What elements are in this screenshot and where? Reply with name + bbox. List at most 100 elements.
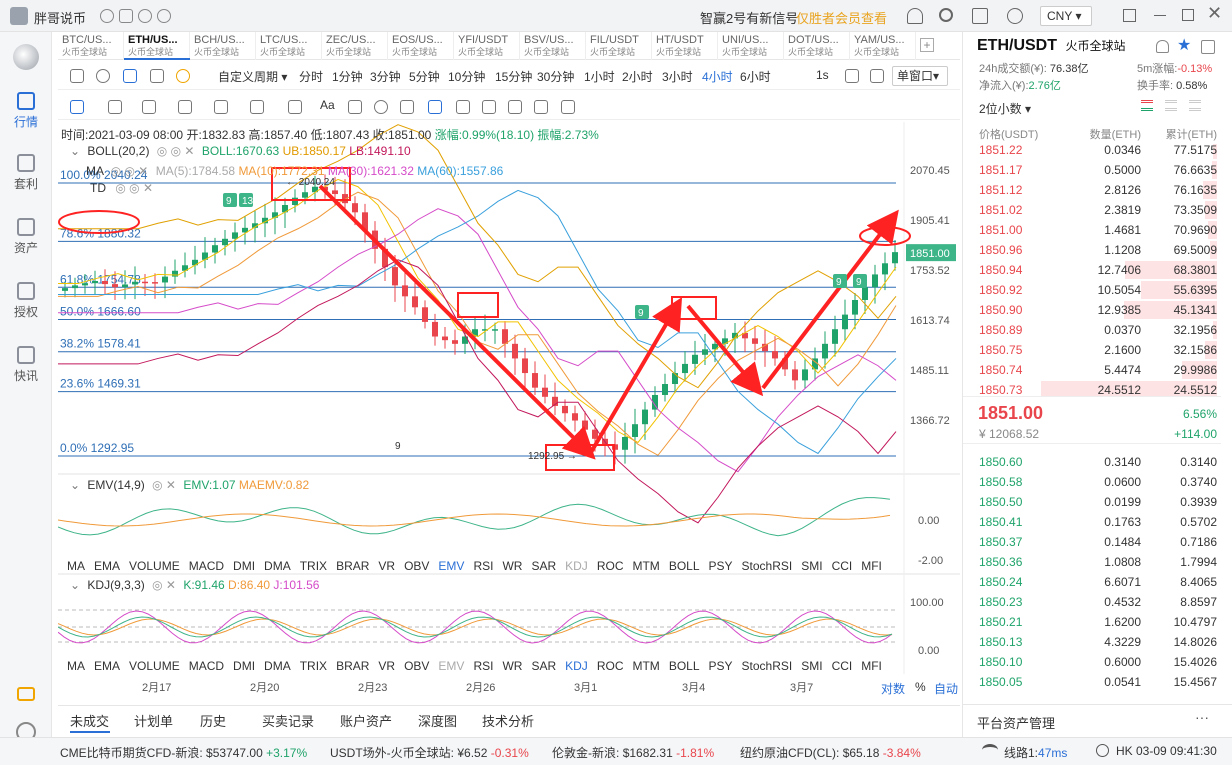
line-tool-icon[interactable] (108, 100, 122, 114)
indicator-option[interactable]: WR (502, 559, 522, 573)
indicator-option[interactable]: DMI (233, 659, 255, 673)
indicator-option[interactable]: MACD (189, 659, 224, 673)
period-option[interactable]: 2小时 (622, 68, 653, 85)
minimize-icon[interactable] (1154, 15, 1166, 16)
nav-authorize[interactable]: 授权 (0, 282, 52, 320)
symbol-tab[interactable]: DOT/US... 火币全球站 (784, 32, 850, 60)
settings-gear-icon[interactable] (96, 69, 110, 83)
chart-area[interactable]: 100.0% 2040.24 78.6% 1880.32 61.8% 1754.78… (58, 122, 960, 702)
indicator-option[interactable]: MACD (189, 559, 224, 573)
pen-icon[interactable] (123, 69, 137, 83)
book-mode-both-icon[interactable] (1141, 100, 1153, 111)
bid-row[interactable]: 1850.10 0.6000 15.4026 (963, 652, 1219, 672)
indicator-option[interactable]: PSY (709, 559, 733, 573)
ask-row[interactable]: 1851.00 1.4681 70.9690 (963, 220, 1219, 240)
indicator-option[interactable]: PSY (709, 659, 733, 673)
indicator-option[interactable]: StochRSI (742, 559, 793, 573)
indicator-option[interactable]: VR (378, 559, 395, 573)
fullscreen-icon[interactable] (845, 69, 859, 83)
ask-row[interactable]: 1850.92 10.5054 55.6395 (963, 280, 1219, 300)
line-status[interactable]: 线路1:47ms (1004, 744, 1067, 761)
bid-row[interactable]: 1850.13 4.3229 14.8026 (963, 632, 1219, 652)
symbol-tab[interactable]: EOS/US... 火币全球站 (388, 32, 454, 60)
pct-scale-toggle[interactable]: % (915, 680, 926, 694)
lock-icon[interactable] (482, 100, 496, 114)
period-option[interactable]: 5分钟 (409, 68, 440, 85)
more-icon[interactable]: ··· (1195, 709, 1209, 725)
indicator-option[interactable]: TRIX (300, 559, 327, 573)
book-mode-bid-icon[interactable] (1165, 100, 1177, 111)
bid-row[interactable]: 1850.50 0.0199 0.3939 (963, 492, 1219, 512)
shield-icon[interactable] (119, 9, 133, 23)
nav-market[interactable]: 行情 (0, 92, 52, 130)
link-icon[interactable] (157, 9, 171, 23)
expand-icon[interactable] (870, 69, 884, 83)
link-tool-icon[interactable] (374, 100, 388, 114)
symbol-tab[interactable]: YAM/US... 火币全球站 (850, 32, 916, 60)
bid-row[interactable]: 1850.21 1.6200 10.4797 (963, 612, 1219, 632)
nav-asset[interactable]: 资产 (0, 218, 52, 256)
td-controls-icon[interactable]: ◎ ◎ ✕ (115, 181, 153, 195)
copy-icon[interactable] (508, 100, 522, 114)
shirt-icon[interactable] (972, 8, 988, 24)
indicator-option[interactable]: EMA (94, 559, 120, 573)
alert-bell-icon[interactable] (1156, 40, 1169, 53)
symbol-tab[interactable]: BTC/US... 火币全球站 (58, 32, 124, 60)
calendar-icon[interactable] (150, 69, 164, 83)
period-option[interactable]: 15分钟 (495, 68, 532, 85)
indicator-option[interactable]: SAR (531, 559, 556, 573)
decimals-select[interactable]: 2位小数 ▾ (979, 100, 1031, 117)
period-option[interactable]: 30分钟 (537, 68, 574, 85)
log-scale-toggle[interactable]: 对数 (881, 680, 905, 697)
ask-row[interactable]: 1850.94 12.7406 68.3801 (963, 260, 1219, 280)
indicator-option[interactable]: RSI (473, 559, 493, 573)
indicator-option[interactable]: MFI (861, 659, 882, 673)
symbol-tab[interactable]: HT/USDT 火币全球站 (652, 32, 718, 60)
symbol-tab[interactable]: ZEC/US... 火币全球站 (322, 32, 388, 60)
currency-select[interactable]: CNY ▾ (1040, 6, 1092, 26)
favorite-star-icon[interactable]: ★ (1177, 35, 1191, 55)
ask-row[interactable]: 1850.90 12.9385 45.1341 (963, 300, 1219, 320)
window-select[interactable]: 单窗口▾ (892, 66, 948, 86)
bid-row[interactable]: 1850.58 0.0600 0.3740 (963, 472, 1219, 492)
indicator-option[interactable]: DMA (264, 659, 291, 673)
period-option[interactable]: 1小时 (584, 68, 615, 85)
indicator-option[interactable]: MA (67, 559, 85, 573)
fib-tool-icon[interactable] (214, 100, 228, 114)
ask-row[interactable]: 1850.96 1.1208 69.5009 (963, 240, 1219, 260)
indicator-option[interactable]: SAR (531, 659, 556, 673)
kdj-collapse-icon[interactable]: ⌄ (70, 578, 80, 592)
indicator-option[interactable]: ROC (597, 659, 624, 673)
indicator-option[interactable]: CCI (832, 559, 853, 573)
period-option[interactable]: 4小时 (702, 68, 733, 85)
search-icon[interactable] (939, 8, 953, 22)
indicator-option[interactable]: MTM (632, 659, 659, 673)
indicator-option[interactable]: VOLUME (129, 559, 180, 573)
bottom-tab[interactable]: 买卖记录 (262, 711, 314, 730)
text-tool[interactable]: Aa (320, 98, 335, 112)
ask-row[interactable]: 1850.75 2.1600 32.1586 (963, 340, 1219, 360)
indicator-option[interactable]: SMI (801, 559, 822, 573)
indicator-option[interactable]: MTM (632, 559, 659, 573)
indicator-option[interactable]: CCI (832, 659, 853, 673)
indicator-option[interactable]: VOLUME (129, 659, 180, 673)
indicator-option[interactable]: BRAR (336, 659, 369, 673)
vip-icon[interactable] (100, 9, 114, 23)
bottom-tab[interactable]: 未成交 (70, 711, 109, 730)
bell-icon[interactable] (907, 8, 923, 24)
alarm-icon[interactable] (176, 69, 190, 83)
indicator-option[interactable]: OBV (404, 559, 429, 573)
diamond-icon[interactable] (17, 687, 35, 701)
magnet-icon[interactable] (348, 100, 362, 114)
bid-row[interactable]: 1850.23 0.4532 8.8597 (963, 592, 1219, 612)
ask-row[interactable]: 1851.12 2.8126 76.1635 (963, 180, 1219, 200)
ask-row[interactable]: 1851.17 0.5000 76.6635 (963, 160, 1219, 180)
period-option[interactable]: 1分钟 (332, 68, 363, 85)
bottom-tab[interactable]: 账户资产 (340, 711, 392, 730)
custom-period[interactable]: 自定义周期 ▾ (218, 68, 287, 85)
ask-row[interactable]: 1850.89 0.0370 32.1956 (963, 320, 1219, 340)
chart-canvas[interactable]: 100.0% 2040.2478.6% 1880.3261.8% 1754.78… (58, 122, 960, 702)
auto-scale-toggle[interactable]: 自动 (934, 680, 958, 697)
symbol-tab[interactable]: YFI/USDT 火币全球站 (454, 32, 520, 60)
eye-icon[interactable] (534, 100, 548, 114)
